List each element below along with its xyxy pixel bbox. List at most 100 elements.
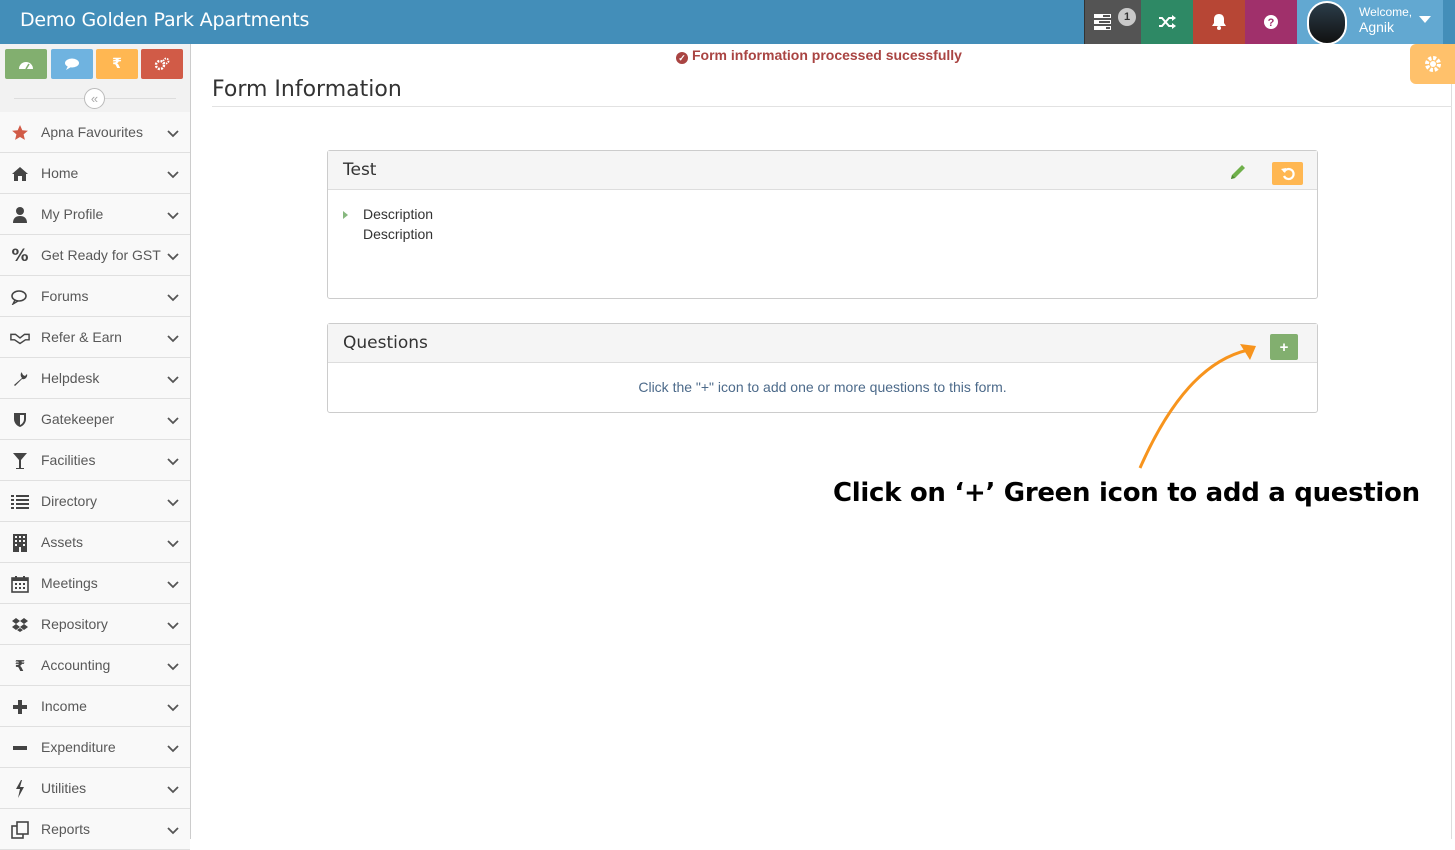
sidebar-item-gatekeeper[interactable]: Gatekeeper <box>0 399 190 440</box>
settings-panel-toggle[interactable] <box>1410 44 1455 84</box>
chevron-down-icon[interactable] <box>166 249 180 263</box>
sidebar-item-directory[interactable]: Directory <box>0 481 190 522</box>
sidebar-item-meetings[interactable]: Meetings <box>0 563 190 604</box>
bell-icon <box>1212 14 1226 30</box>
rupee-icon: ₹ <box>112 56 122 72</box>
sidebar-item-accounting[interactable]: ₹ Accounting <box>0 645 190 686</box>
add-question-button[interactable]: + <box>1270 334 1298 360</box>
app-title[interactable]: Demo Golden Park Apartments <box>20 9 309 31</box>
caret-right-icon <box>343 211 348 219</box>
form-name: Test <box>343 160 377 180</box>
pencil-icon <box>1231 165 1245 179</box>
sidebar-item-label: Facilities <box>41 452 96 468</box>
sidebar-shortcuts: ₹ <box>0 44 190 88</box>
chevron-down-icon[interactable] <box>166 741 180 755</box>
sidebar-item-label: Apna Favourites <box>41 124 143 140</box>
welcome-label: Welcome, <box>1359 5 1413 19</box>
chevron-down-icon[interactable] <box>166 372 180 386</box>
sidebar-item-get-ready-for-gst[interactable]: % Get Ready for GST <box>0 235 190 276</box>
edit-form-button[interactable] <box>1227 161 1249 183</box>
sidebar-item-repository[interactable]: Repository <box>0 604 190 645</box>
tasks-button[interactable]: 1 <box>1084 0 1141 44</box>
sidebar-item-label: Refer & Earn <box>41 329 122 345</box>
svg-text:?: ? <box>1268 17 1275 29</box>
description-value: Description <box>363 226 434 242</box>
sidebar-item-label: Expenditure <box>41 739 116 755</box>
undo-icon <box>1280 167 1295 180</box>
check-circle-icon: ✓ <box>676 52 688 64</box>
bolt-icon <box>10 779 30 799</box>
chevron-down-icon[interactable] <box>166 413 180 427</box>
annotation-text: Click on ‘+’ Green icon to add a questio… <box>833 478 1420 508</box>
shortcut-settings-button[interactable] <box>141 49 183 79</box>
chevron-down-icon[interactable] <box>166 126 180 140</box>
help-button[interactable]: ? <box>1245 0 1297 44</box>
sidebar-item-label: Assets <box>41 534 84 550</box>
sidebar-menu: Apna Favourites Home My Profile% Get Ready … <box>0 112 190 850</box>
notifications-button[interactable] <box>1193 0 1245 44</box>
list-icon <box>10 492 30 512</box>
chevron-down-icon[interactable] <box>166 290 180 304</box>
chevron-down-icon[interactable] <box>166 823 180 837</box>
shortcut-rupee-button[interactable]: ₹ <box>96 49 138 79</box>
shortcut-dashboard-button[interactable] <box>5 49 47 79</box>
chevron-down-icon[interactable] <box>166 495 180 509</box>
questions-title: Questions <box>343 333 428 353</box>
wrench-icon <box>10 369 30 389</box>
percent-icon: % <box>11 246 29 266</box>
dashboard-icon <box>19 62 33 70</box>
chevron-down-icon[interactable] <box>166 208 180 222</box>
sidebar-item-facilities[interactable]: Facilities <box>0 440 190 481</box>
sidebar-collapse-button[interactable]: « <box>84 88 105 109</box>
sidebar-item-label: Helpdesk <box>41 370 100 386</box>
sidebar-item-label: Forums <box>41 288 89 304</box>
reset-form-button[interactable] <box>1272 162 1303 185</box>
sidebar-item-label: Utilities <box>41 780 87 796</box>
chevron-down-icon[interactable] <box>166 454 180 468</box>
comments-icon <box>65 58 79 70</box>
rupee-icon: ₹ <box>14 657 26 675</box>
plus-icon <box>10 697 30 717</box>
chevron-down-icon[interactable] <box>166 577 180 591</box>
success-message: Form information processed sucessfully <box>692 47 962 63</box>
sidebar-item-apna-favourites[interactable]: Apna Favourites <box>0 112 190 153</box>
cogs-icon <box>154 57 170 71</box>
sidebar-item-reports[interactable]: Reports <box>0 809 190 850</box>
sidebar-item-expenditure[interactable]: Expenditure <box>0 727 190 768</box>
success-alert: ✓ Form information processed sucessfully <box>676 47 962 64</box>
chevron-down-icon[interactable] <box>166 618 180 632</box>
chevron-down-icon[interactable] <box>166 536 180 550</box>
sidebar-item-refer-earn[interactable]: Refer & Earn <box>0 317 190 358</box>
title-divider <box>212 106 1452 107</box>
glass-icon <box>10 451 30 471</box>
chevron-down-icon[interactable] <box>166 331 180 345</box>
sidebar-item-utilities[interactable]: Utilities <box>0 768 190 809</box>
user-menu[interactable]: Welcome, Agnik <box>1297 0 1443 45</box>
question-icon: ? <box>1264 15 1278 29</box>
form-panel: Test Description Description <box>327 150 1318 299</box>
sidebar-item-assets[interactable]: Assets <box>0 522 190 563</box>
shuffle-button[interactable] <box>1141 0 1193 44</box>
sidebar-item-label: Get Ready for GST <box>41 247 161 263</box>
sidebar-item-my-profile[interactable]: My Profile <box>0 194 190 235</box>
shortcut-comments-button[interactable] <box>51 49 93 79</box>
sidebar-item-income[interactable]: Income <box>0 686 190 727</box>
sidebar-item-helpdesk[interactable]: Helpdesk <box>0 358 190 399</box>
description-label: Description <box>363 206 434 222</box>
double-chevron-left-icon: « <box>90 91 99 106</box>
tasks-icon <box>1094 14 1111 30</box>
chevron-down-icon[interactable] <box>166 659 180 673</box>
sidebar-item-home[interactable]: Home <box>0 153 190 194</box>
sidebar-item-label: Income <box>41 698 87 714</box>
chevron-down-icon[interactable] <box>166 700 180 714</box>
sidebar-item-label: Directory <box>41 493 98 509</box>
sidebar-item-label: My Profile <box>41 206 104 222</box>
sidebar-item-forums[interactable]: Forums <box>0 276 190 317</box>
sidebar: ₹ « Apna Favourites Home My Profile% Get Re… <box>0 44 191 850</box>
chevron-down-icon[interactable] <box>166 782 180 796</box>
shield-icon <box>10 410 30 430</box>
sidebar-item-label: Accounting <box>41 657 111 673</box>
page-title: Form Information <box>212 77 402 102</box>
shuffle-icon <box>1159 15 1176 29</box>
chevron-down-icon[interactable] <box>166 167 180 181</box>
